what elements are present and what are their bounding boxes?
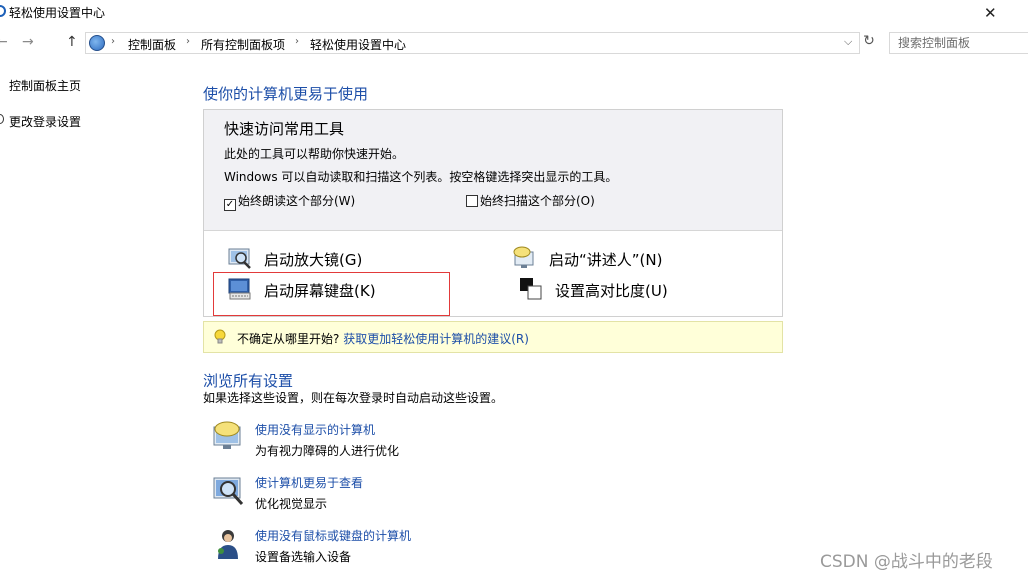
browse-settings-subtitle: 如果选择这些设置，则在每次登录时自动启动这些设置。 — [203, 391, 504, 405]
forward-arrow-icon[interactable]: → — [22, 34, 34, 50]
use-without-mouse-keyboard-link[interactable]: 使用没有鼠标或键盘的计算机 — [255, 527, 411, 544]
make-easier-to-see-link[interactable]: 使计算机更易于查看 — [255, 474, 363, 491]
tip-text: 不确定从哪里开始? 获取更加轻松使用计算机的建议(R) — [237, 330, 529, 347]
start-narrator-button[interactable]: 启动“讲述人”(N) — [513, 246, 713, 272]
breadcrumb-separator-icon[interactable]: › — [295, 36, 299, 47]
user-input-icon — [218, 530, 238, 559]
start-magnifier-label: 启动放大镜(G) — [264, 251, 363, 269]
use-without-display-desc: 为有视力障碍的人进行优化 — [255, 444, 400, 458]
up-arrow-icon[interactable]: ↑ — [66, 34, 78, 50]
breadcrumb-ease-of-access[interactable]: 轻松使用设置中心 — [310, 36, 406, 53]
page-title: 使你的计算机更易于使用 — [203, 85, 369, 103]
watermark: CSDN @战斗中的老段 — [820, 552, 993, 572]
lightbulb-icon — [214, 329, 226, 344]
breadcrumb-separator-icon: › — [111, 36, 115, 47]
sidebar-item-control-panel-home[interactable]: 控制面板主页 — [9, 77, 81, 94]
title-bar: 轻松使用设置中心 ✕ — [0, 0, 1028, 28]
refresh-icon[interactable]: ↻ — [860, 33, 878, 53]
checkbox-checked-icon[interactable]: ✓ — [224, 199, 236, 211]
start-narrator-label: 启动“讲述人”(N) — [549, 251, 663, 269]
checkbox-unchecked-icon[interactable] — [466, 195, 478, 207]
tip-prefix: 不确定从哪里开始? — [237, 332, 340, 346]
narrator-icon — [513, 246, 534, 268]
always-read-label: 始终朗读这个部分(W) — [238, 194, 356, 208]
always-read-checkbox[interactable]: ✓ 始终朗读这个部分(W) — [224, 192, 356, 211]
magnify-monitor-icon — [213, 477, 244, 506]
control-panel-icon — [89, 35, 105, 51]
make-easier-to-see-desc: 优化视觉显示 — [255, 497, 328, 511]
always-scan-checkbox[interactable]: 始终扫描这个部分(O) — [466, 192, 595, 208]
breadcrumb-control-panel[interactable]: 控制面板 — [128, 36, 176, 53]
magnifier-icon — [228, 248, 251, 269]
breadcrumb-separator-icon[interactable]: › — [186, 36, 190, 47]
search-box[interactable] — [889, 32, 1028, 54]
set-high-contrast-label: 设置高对比度(U) — [555, 282, 668, 300]
high-contrast-icon — [520, 278, 542, 300]
quick-access-title: 快速访问常用工具 — [224, 120, 345, 138]
always-scan-label: 始终扫描这个部分(O) — [480, 194, 595, 208]
close-window-button[interactable]: ✕ — [984, 4, 997, 22]
use-without-display-link[interactable]: 使用没有显示的计算机 — [255, 421, 375, 438]
address-bar[interactable]: › 控制面板 › 所有控制面板项 › 轻松使用设置中心 ⌵ — [85, 32, 860, 54]
quick-access-description: 此处的工具可以帮助你快速开始。 — [224, 147, 405, 161]
address-row: ← → ↑ › 控制面板 › 所有控制面板项 › 轻松使用设置中心 ⌵ ↻ — [0, 30, 1028, 58]
annotation-highlight — [213, 272, 450, 316]
setting-item: 使用没有显示的计算机 为有视力障碍的人进行优化 — [212, 421, 662, 467]
search-input[interactable] — [898, 34, 1028, 52]
speech-monitor-icon — [213, 421, 241, 449]
setting-item: 使计算机更易于查看 优化视觉显示 — [212, 474, 662, 520]
chevron-down-icon[interactable]: ⌵ — [844, 35, 852, 49]
quick-access-header: 快速访问常用工具 此处的工具可以帮助你快速开始。 Windows 可以自动读取和… — [204, 110, 782, 231]
ease-of-access-icon — [0, 5, 6, 17]
set-high-contrast-button[interactable]: 设置高对比度(U) — [519, 277, 719, 303]
quick-access-hint: Windows 可以自动读取和扫描这个列表。按空格键选择突出显示的工具。 — [224, 170, 618, 184]
window-title: 轻松使用设置中心 — [9, 6, 106, 20]
sidebar-item-change-login-settings[interactable]: 更改登录设置 — [9, 113, 81, 130]
start-magnifier-button[interactable]: 启动放大镜(G) — [228, 246, 448, 272]
use-without-mouse-keyboard-desc: 设置备选输入设备 — [255, 550, 352, 564]
setting-item: 使用没有鼠标或键盘的计算机 设置备选输入设备 — [212, 527, 662, 573]
tip-bar: 不确定从哪里开始? 获取更加轻松使用计算机的建议(R) — [203, 321, 783, 353]
browse-settings-heading: 浏览所有设置 — [203, 372, 294, 390]
tip-link[interactable]: 获取更加轻松使用计算机的建议(R) — [343, 332, 529, 346]
breadcrumb-all-items[interactable]: 所有控制面板项 — [201, 36, 285, 53]
shield-icon — [0, 114, 4, 124]
back-arrow-icon[interactable]: ← — [0, 34, 8, 50]
